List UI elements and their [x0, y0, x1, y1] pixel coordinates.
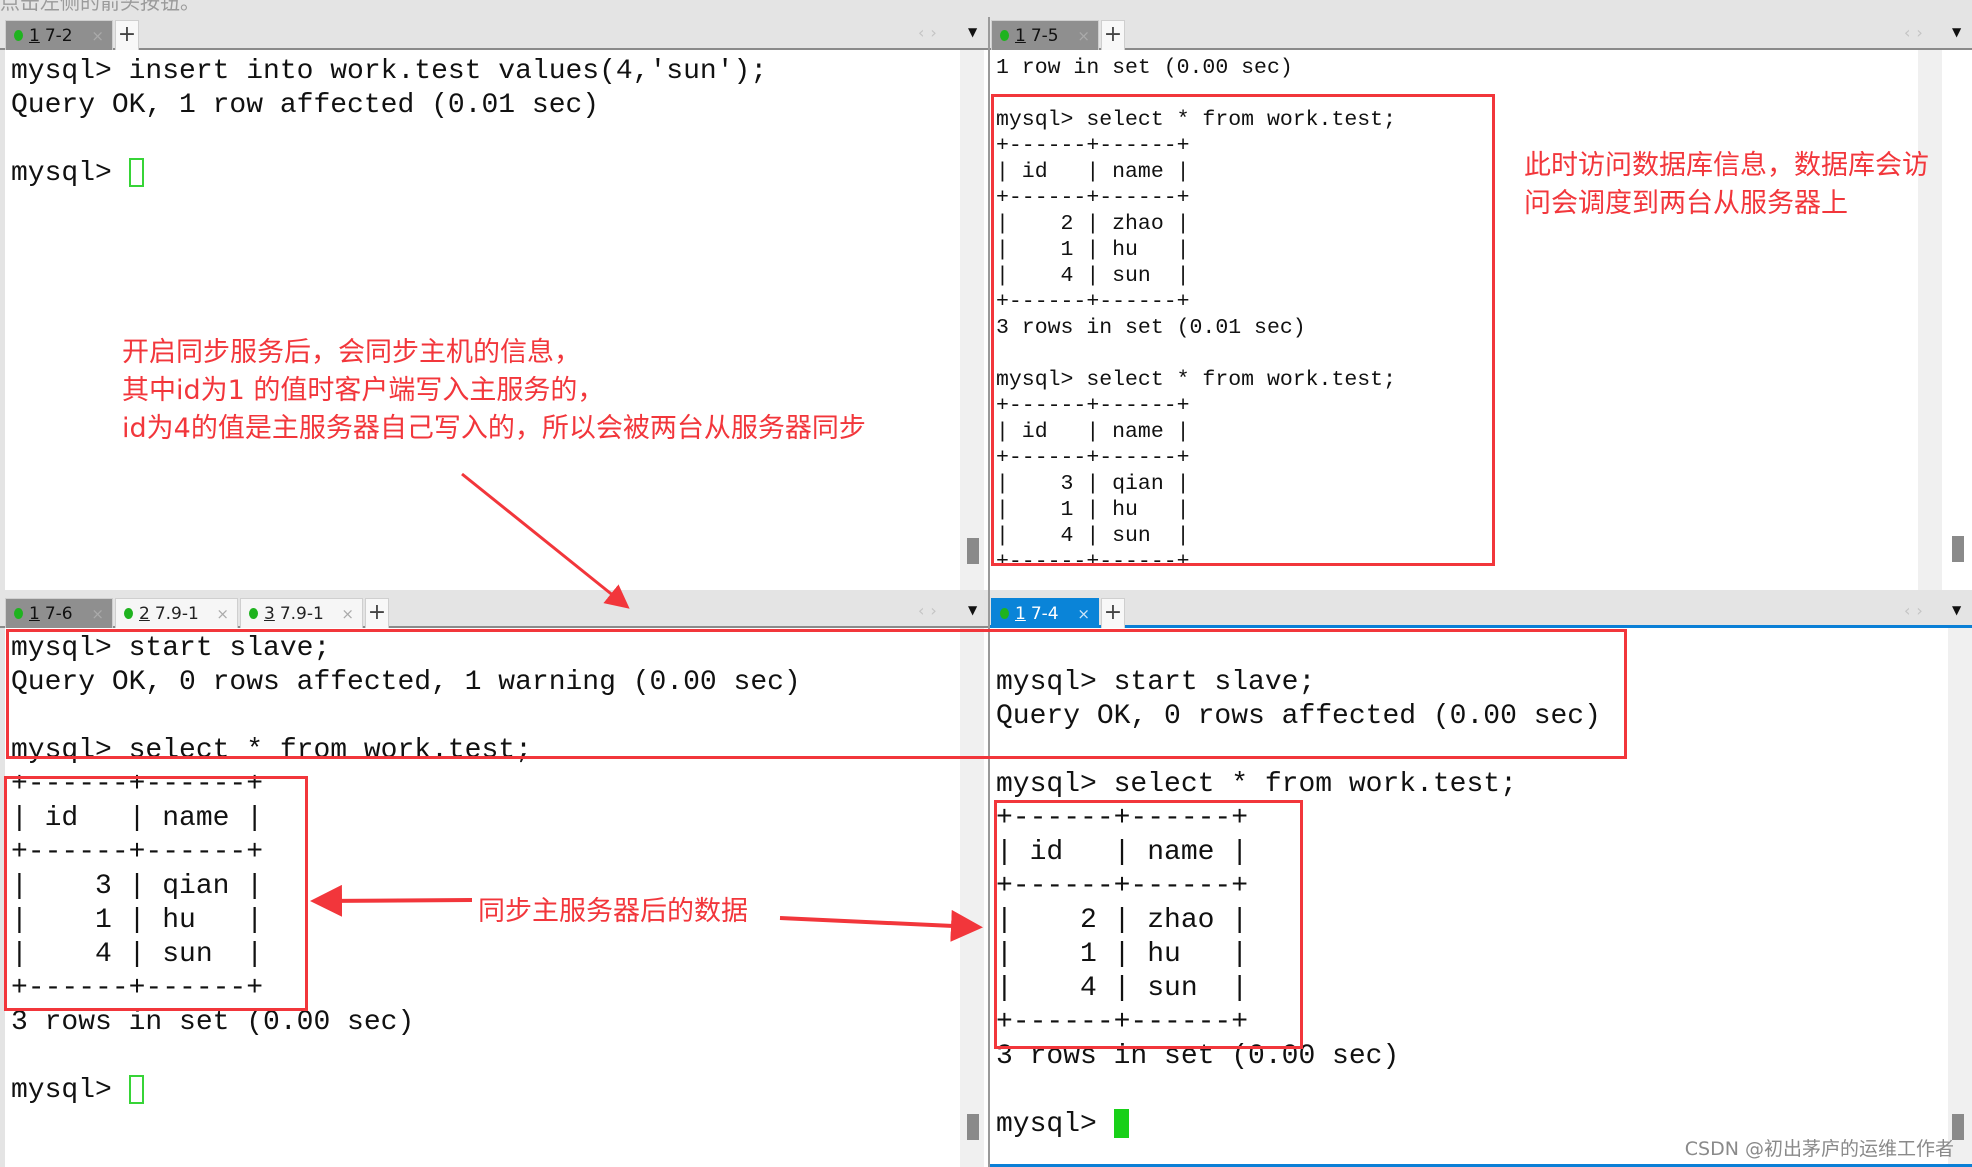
- tab-number: 1: [1015, 25, 1026, 46]
- new-tab-button[interactable]: +: [365, 598, 389, 628]
- watermark: CSDN @初出茅庐的运维工作者: [1684, 1138, 1954, 1160]
- highlight-box-bottom-left-table: [4, 776, 308, 1011]
- highlight-box-top-right-results: [991, 94, 1495, 566]
- tab-label: 7.9-1: [279, 603, 324, 624]
- annotation-sync-note: 开启同步服务后，会同步主机的信息， 其中id为1 的值时客户端写入主服务的， i…: [122, 337, 866, 444]
- terminal-line: mysql> select * from work.test;: [996, 768, 1601, 802]
- tab-label: 7-5: [1030, 25, 1059, 46]
- highlight-box-bottom-right-table: [994, 800, 1303, 1049]
- tab-label: 7.9-1: [154, 603, 199, 624]
- tab-menu-dropdown-icon[interactable]: ▼: [1952, 25, 1961, 39]
- close-tab-icon[interactable]: ×: [91, 605, 104, 623]
- new-tab-button[interactable]: +: [115, 20, 139, 50]
- status-dot-icon: [124, 608, 133, 619]
- terminal-line-text: mysql> select * from work.test;: [996, 769, 1517, 800]
- close-tab-icon[interactable]: ×: [341, 605, 354, 623]
- terminal-line-text: mysql> insert into work.test values(4,'s…: [11, 56, 768, 87]
- scrollbar-track[interactable]: [1918, 50, 1942, 590]
- terminal-line-text: mysql>: [996, 1109, 1114, 1140]
- tab-1-7-6[interactable]: 1 7-6 ×: [5, 598, 113, 628]
- close-tab-icon[interactable]: ×: [91, 27, 104, 45]
- tab-label: 7-6: [44, 603, 73, 624]
- terminal-line-text: 1 row in set (0.00 sec): [996, 56, 1293, 80]
- terminal-line-text: Query OK, 1 row affected (0.01 sec): [11, 90, 600, 121]
- terminal-line: Query OK, 1 row affected (0.01 sec): [11, 89, 767, 123]
- status-dot-icon: [14, 30, 23, 41]
- scrollbar-thumb[interactable]: [1952, 536, 1964, 562]
- close-tab-icon[interactable]: ×: [1077, 27, 1090, 45]
- terminal-line: mysql>: [996, 1108, 1601, 1142]
- terminal-line: 1 row in set (0.00 sec): [996, 55, 1396, 81]
- scrollbar-thumb[interactable]: [967, 1114, 979, 1140]
- terminal-cursor: [128, 1075, 144, 1105]
- status-dot-icon: [249, 608, 258, 619]
- terminal-cursor: [1113, 1109, 1129, 1139]
- tab-bar-top-left: 1 7-2 × + ‹› ▼: [0, 17, 988, 50]
- scrollbar-track[interactable]: [960, 50, 984, 590]
- tab-number: 2: [139, 603, 150, 624]
- status-dot-icon: [1000, 608, 1009, 619]
- terminal-line: mysql> insert into work.test values(4,'s…: [11, 55, 767, 89]
- tab-scroll-arrows[interactable]: ‹›: [918, 23, 943, 42]
- tab-scroll-arrows[interactable]: ‹›: [1904, 23, 1929, 42]
- tab-label: 7-4: [1030, 603, 1059, 624]
- new-tab-button[interactable]: +: [1101, 598, 1125, 628]
- tab-number: 1: [1015, 603, 1026, 624]
- terminal-line-text: mysql>: [11, 1075, 129, 1106]
- terminal-line-text: mysql>: [11, 158, 129, 189]
- terminal-pane-top-left[interactable]: mysql> insert into work.test values(4,'s…: [5, 50, 988, 590]
- tab-1-7-2[interactable]: 1 7-2 ×: [5, 20, 113, 50]
- annotation-slaves-note: 此时访问数据库信息，数据库会访 问会调度到两台从服务器上: [1524, 150, 1929, 219]
- tab-bar-bottom-right: 1 7-4 × + ‹› ▼: [990, 595, 1972, 628]
- terminal-line: mysql>: [11, 157, 767, 191]
- tab-bar-bottom-left: 1 7-6 × 2 7.9-1 × 3 7.9-1 × + ‹› ▼: [0, 595, 988, 628]
- scrollbar-thumb[interactable]: [967, 538, 979, 564]
- terminal-cursor: [128, 158, 144, 188]
- tab-scroll-arrows[interactable]: ‹›: [1904, 601, 1929, 620]
- tab-bar-top-right: 1 7-5 × + ‹› ▼: [990, 17, 1972, 50]
- close-tab-icon[interactable]: ×: [1077, 605, 1090, 623]
- highlight-box-start-slave: [6, 629, 1627, 759]
- tab-number: 1: [29, 25, 40, 46]
- tab-3-7.9-1[interactable]: 3 7.9-1 ×: [240, 598, 363, 628]
- annotation-data-note: 同步主服务器后的数据: [478, 896, 748, 927]
- tab-2-7.9-1[interactable]: 2 7.9-1 ×: [115, 598, 238, 628]
- tab-menu-dropdown-icon[interactable]: ▼: [968, 603, 977, 617]
- status-dot-icon: [14, 608, 23, 619]
- new-tab-button[interactable]: +: [1101, 20, 1125, 50]
- close-tab-icon[interactable]: ×: [216, 605, 229, 623]
- tab-menu-dropdown-icon[interactable]: ▼: [968, 25, 977, 39]
- terminal-line-text: 3 rows in set (0.00 sec): [11, 1007, 415, 1038]
- terminal-line: mysql>: [11, 1074, 801, 1108]
- tab-number: 1: [29, 603, 40, 624]
- status-dot-icon: [1000, 30, 1009, 41]
- scrollbar-track[interactable]: [1948, 628, 1972, 1164]
- tab-scroll-arrows[interactable]: ‹›: [918, 601, 943, 620]
- terminal-line: 3 rows in set (0.00 sec): [11, 1006, 801, 1040]
- tab-1-7-5[interactable]: 1 7-5 ×: [991, 20, 1099, 50]
- tab-menu-dropdown-icon[interactable]: ▼: [1952, 603, 1961, 617]
- tab-number: 3: [264, 603, 275, 624]
- hint-text: 点击左侧的箭头按钮。: [0, 0, 200, 14]
- tab-1-7-4[interactable]: 1 7-4 ×: [991, 598, 1099, 628]
- tab-label: 7-2: [44, 25, 73, 46]
